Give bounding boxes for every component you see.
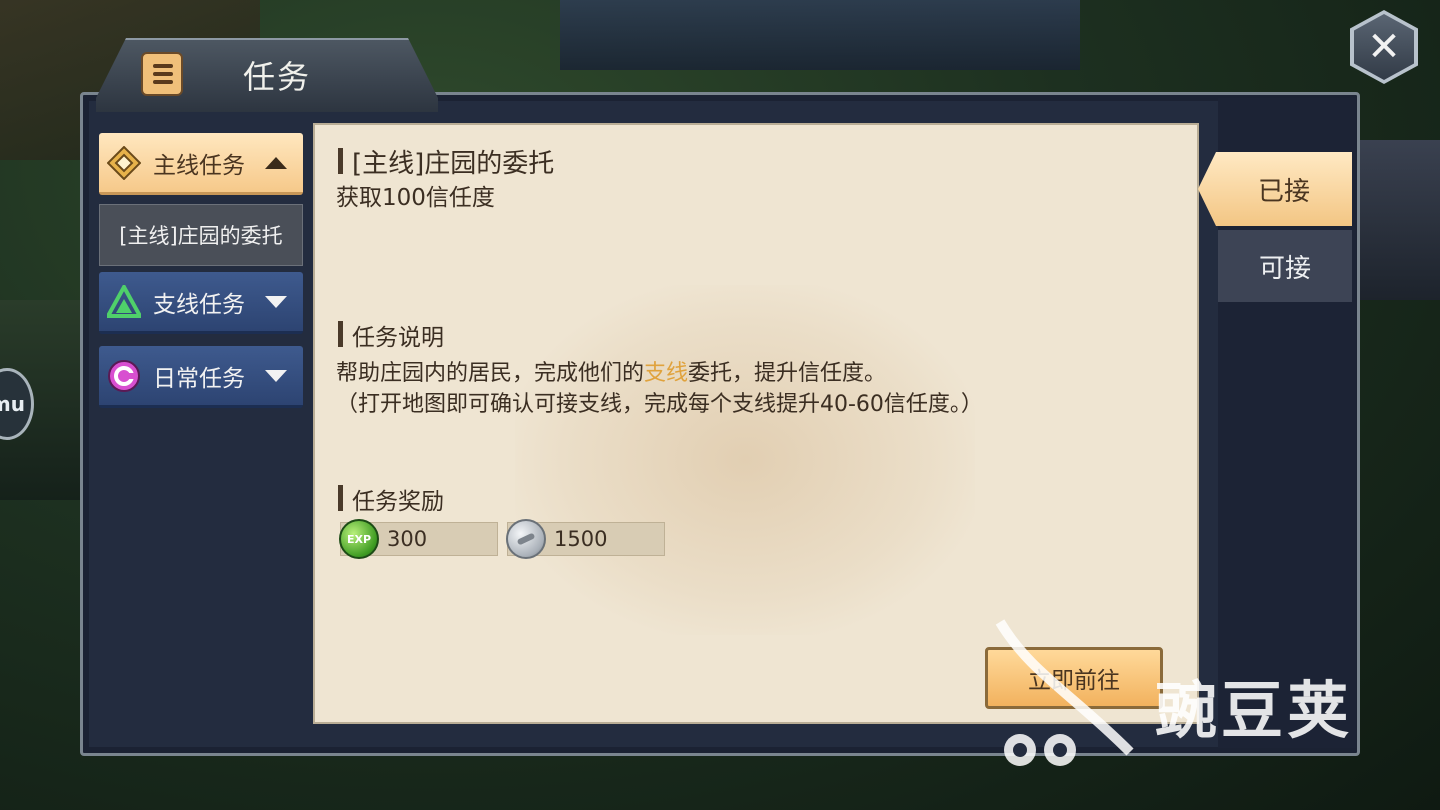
background-illustration: [515, 285, 975, 635]
quest-detail-card: [313, 123, 1199, 724]
reward-exp: EXP 300: [339, 519, 498, 559]
section-marker: [338, 321, 343, 347]
chevron-down-icon: [265, 369, 287, 382]
category-label: 支线任务: [153, 291, 245, 318]
chevron-up-icon: [265, 156, 287, 169]
category-label: 日常任务: [153, 365, 245, 392]
watermark-text: 豌豆荚: [1155, 674, 1354, 747]
circle-quest-icon: [107, 359, 141, 393]
triangle-quest-icon: [104, 282, 144, 319]
quest-title: [主线]庄园的委托: [352, 149, 555, 179]
category-daily-quest[interactable]: 日常任务: [99, 346, 303, 408]
side-bubble-text: mu: [0, 392, 25, 416]
section-marker: [338, 148, 343, 174]
description-line-2: （打开地图即可确认可接支线，完成每个支线提升40-60信任度。）: [336, 392, 983, 417]
page-title: 任务: [243, 58, 312, 96]
quest-list-item[interactable]: [主线]庄园的委托: [99, 204, 303, 266]
background-structure: [1360, 140, 1440, 300]
category-side-quest[interactable]: 支线任务: [99, 272, 303, 334]
description-line-1: 帮助庄园内的居民，完成他们的支线委托，提升信任度。: [336, 361, 887, 386]
close-icon: ✕: [1367, 24, 1401, 70]
tab-accepted[interactable]: 已接: [1198, 152, 1352, 226]
category-main-quest[interactable]: 主线任务: [99, 133, 303, 195]
reward-value: 300: [387, 527, 428, 551]
background-building: [560, 0, 1080, 70]
quest-list-icon: [141, 52, 183, 96]
quest-objective: 获取100信任度: [336, 185, 495, 211]
go-now-button[interactable]: 立即前往: [985, 647, 1163, 709]
diamond-quest-icon: [106, 145, 142, 180]
tab-available[interactable]: 可接: [1218, 230, 1352, 302]
reward-heading: 任务奖励: [352, 489, 444, 515]
reward-silver: 1500: [506, 519, 665, 559]
chevron-down-icon: [265, 295, 287, 308]
reward-value: 1500: [554, 527, 608, 551]
description-heading: 任务说明: [352, 325, 444, 351]
exp-icon: EXP: [339, 519, 379, 559]
section-marker: [338, 485, 343, 511]
highlight-text: 支线: [644, 361, 689, 386]
silver-coin-icon: [506, 519, 546, 559]
category-label: 主线任务: [153, 152, 245, 179]
